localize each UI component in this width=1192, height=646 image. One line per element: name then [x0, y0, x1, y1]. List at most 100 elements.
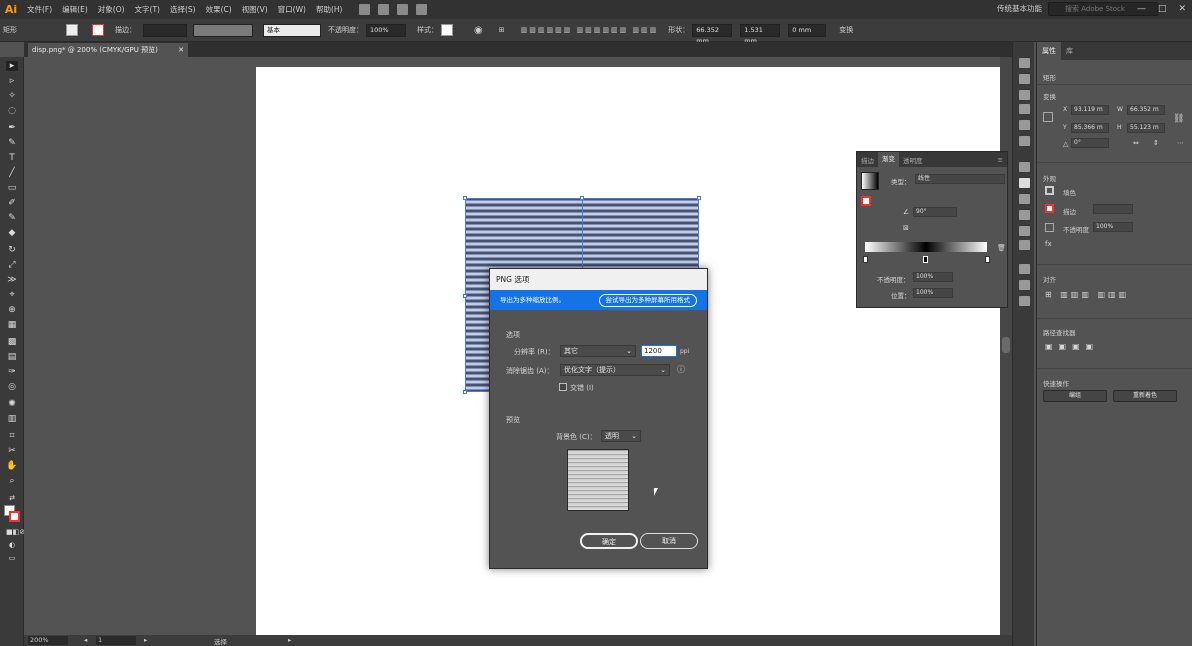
menu-edit[interactable]: 编辑(E) — [57, 4, 93, 15]
line-tool-icon[interactable]: ╱ — [6, 168, 18, 178]
stock-icon[interactable] — [378, 4, 390, 15]
interlace-checkbox[interactable] — [559, 383, 567, 391]
gradient-stop-right[interactable] — [985, 256, 990, 263]
zoom-tool-icon[interactable]: ⌕ — [6, 476, 18, 486]
fill-swatch[interactable] — [66, 24, 78, 36]
try-export-screens-button[interactable]: 尝试导出为多种屏幕所用格式 — [598, 294, 697, 307]
layers-icon[interactable] — [1019, 264, 1030, 274]
x-field[interactable]: 93.119 m — [1071, 105, 1109, 115]
rotation-field[interactable]: 0° — [1071, 138, 1109, 148]
free-transform-tool-icon[interactable]: ⌖ — [6, 290, 18, 300]
gradient-swatch-preview[interactable] — [861, 172, 879, 190]
eraser-tool-icon[interactable]: ◆ — [6, 228, 18, 238]
vertical-scrollbar[interactable] — [1000, 57, 1012, 635]
menu-window[interactable]: 窗口(W) — [273, 4, 311, 15]
selection-handle[interactable] — [580, 196, 584, 200]
cancel-button[interactable]: 取消 — [640, 533, 698, 549]
recolor-icon[interactable]: ◉ — [471, 25, 486, 36]
gradient-type-select[interactable]: 线性 — [915, 174, 1005, 184]
antialias-select[interactable]: 优化文字（提示） ⌄ — [560, 364, 670, 376]
gradient-tool-icon[interactable]: ▤ — [6, 352, 18, 362]
selection-tool-icon[interactable]: ▸ — [6, 61, 18, 71]
publish-icon[interactable] — [416, 4, 428, 15]
slice-tool-icon[interactable]: ✂ — [6, 446, 18, 456]
menu-help[interactable]: 帮助(H) — [311, 4, 348, 15]
appearance-icon[interactable] — [1019, 210, 1030, 220]
gradient-stop-left[interactable] — [863, 256, 868, 263]
selection-handle[interactable] — [463, 196, 467, 200]
stroke-weight-field[interactable] — [1093, 204, 1133, 214]
stroke-swatch[interactable] — [92, 24, 104, 36]
stroke-swatch-icon[interactable] — [1045, 204, 1054, 213]
stop-opacity-field[interactable]: 100% — [913, 272, 953, 282]
gradient-slider[interactable] — [865, 242, 987, 252]
rotate-tool-icon[interactable]: ↻ — [6, 245, 18, 255]
align-buttons-icon[interactable]: ⊞ ▥▥▥ ▥▥▥ — [1045, 290, 1129, 299]
eyedropper-tool-icon[interactable]: ✑ — [6, 367, 18, 377]
draw-mode-icon[interactable]: ◐ — [6, 540, 18, 550]
menu-file[interactable]: 文件(F) — [22, 4, 57, 15]
reference-point-icon[interactable] — [1043, 112, 1053, 122]
minimize-button[interactable]: — — [1137, 4, 1146, 14]
close-tab-icon[interactable]: ✕ — [178, 43, 184, 57]
menu-view[interactable]: 视图(V) — [237, 4, 273, 15]
group-button[interactable]: 编组 — [1043, 390, 1107, 402]
type-tool-icon[interactable]: T — [6, 153, 18, 163]
more-options-icon[interactable]: ⋯ — [1177, 139, 1184, 147]
workspace-switcher[interactable]: 传统基本功能 — [997, 3, 1042, 14]
align-options-icon[interactable]: ⊞ — [496, 26, 508, 34]
y-field[interactable]: 85.366 m — [1071, 123, 1109, 133]
swap-colors-icon[interactable]: ⇄ — [6, 493, 18, 503]
swatches-icon[interactable] — [1019, 90, 1030, 100]
corner-radius-field[interactable]: 0 mm — [788, 23, 827, 37]
tab-properties[interactable]: 属性 — [1037, 42, 1061, 60]
flip-vertical-icon[interactable]: ⇕ — [1153, 139, 1159, 147]
lasso-tool-icon[interactable]: ◌ — [6, 106, 18, 116]
selection-handle[interactable] — [463, 294, 467, 298]
tab-libraries[interactable]: 库 — [1061, 46, 1078, 56]
magic-wand-tool-icon[interactable]: ✧ — [6, 91, 18, 101]
paintbrush-tool-icon[interactable]: ✐ — [6, 198, 18, 208]
artboard-number-field[interactable]: 1 — [96, 636, 136, 645]
screen-mode-icon[interactable]: ▭ — [6, 553, 18, 563]
tab-stroke[interactable]: 描边 — [857, 155, 878, 165]
height-field[interactable]: 55.123 m — [1127, 123, 1165, 133]
align-buttons-icon[interactable]: ▥▥▥▥▥▥ ▥▥▥▥▥▥ ▥▥▥ — [518, 26, 662, 34]
selection-handle[interactable] — [463, 390, 467, 394]
brush-definition-select[interactable]: 基本 — [263, 23, 321, 37]
shape-width-field[interactable]: 66.352 mm — [692, 23, 733, 45]
asset-export-icon[interactable] — [1019, 280, 1030, 290]
menu-effect[interactable]: 效果(C) — [201, 4, 237, 15]
tab-transparency[interactable]: 透明度 — [899, 155, 927, 165]
ok-button[interactable]: 确定 — [580, 533, 638, 549]
artboard-tool-icon[interactable]: ⌗ — [6, 431, 18, 441]
symbol-sprayer-tool-icon[interactable]: ✺ — [6, 399, 18, 409]
prev-artboard-icon[interactable]: ◂ — [84, 636, 87, 644]
direct-selection-tool-icon[interactable]: ▹ — [6, 76, 18, 86]
color-guide-icon[interactable] — [1019, 74, 1030, 84]
flip-horizontal-icon[interactable]: ⇔ — [1133, 139, 1139, 147]
selection-handle[interactable] — [697, 196, 701, 200]
recolor-button[interactable]: 重新着色 — [1113, 390, 1177, 402]
opacity-field[interactable]: 100% — [366, 23, 406, 37]
blend-tool-icon[interactable]: ◎ — [6, 382, 18, 392]
width-tool-icon[interactable]: ≫ — [6, 275, 18, 285]
link-proportions-icon[interactable]: ⛓ — [1173, 114, 1184, 124]
color-mode-icon[interactable]: ■◧⊘ — [6, 527, 25, 537]
resolution-select[interactable]: 其它 ⌄ — [560, 345, 636, 357]
shape-builder-tool-icon[interactable]: ⊕ — [6, 305, 18, 315]
maximize-button[interactable]: □ — [1158, 4, 1167, 14]
rectangle-tool-icon[interactable]: ▭ — [6, 183, 18, 193]
column-graph-tool-icon[interactable]: ▥ — [6, 414, 18, 424]
next-artboard-icon[interactable]: ▸ — [144, 636, 147, 644]
image-trace-icon[interactable] — [1019, 240, 1030, 250]
mesh-tool-icon[interactable]: ▩ — [6, 337, 18, 347]
bridge-icon[interactable] — [359, 4, 371, 15]
pen-tool-icon[interactable]: ✒ — [6, 123, 18, 133]
gradient-stop-middle[interactable] — [923, 256, 928, 263]
vertical-scroll-thumb[interactable] — [1002, 337, 1010, 353]
shaper-tool-icon[interactable]: ✎ — [6, 213, 18, 223]
ppi-input[interactable]: 1200 — [641, 345, 677, 357]
variable-width-profile[interactable] — [193, 23, 253, 37]
gradient-stroke-icon[interactable] — [861, 196, 871, 206]
